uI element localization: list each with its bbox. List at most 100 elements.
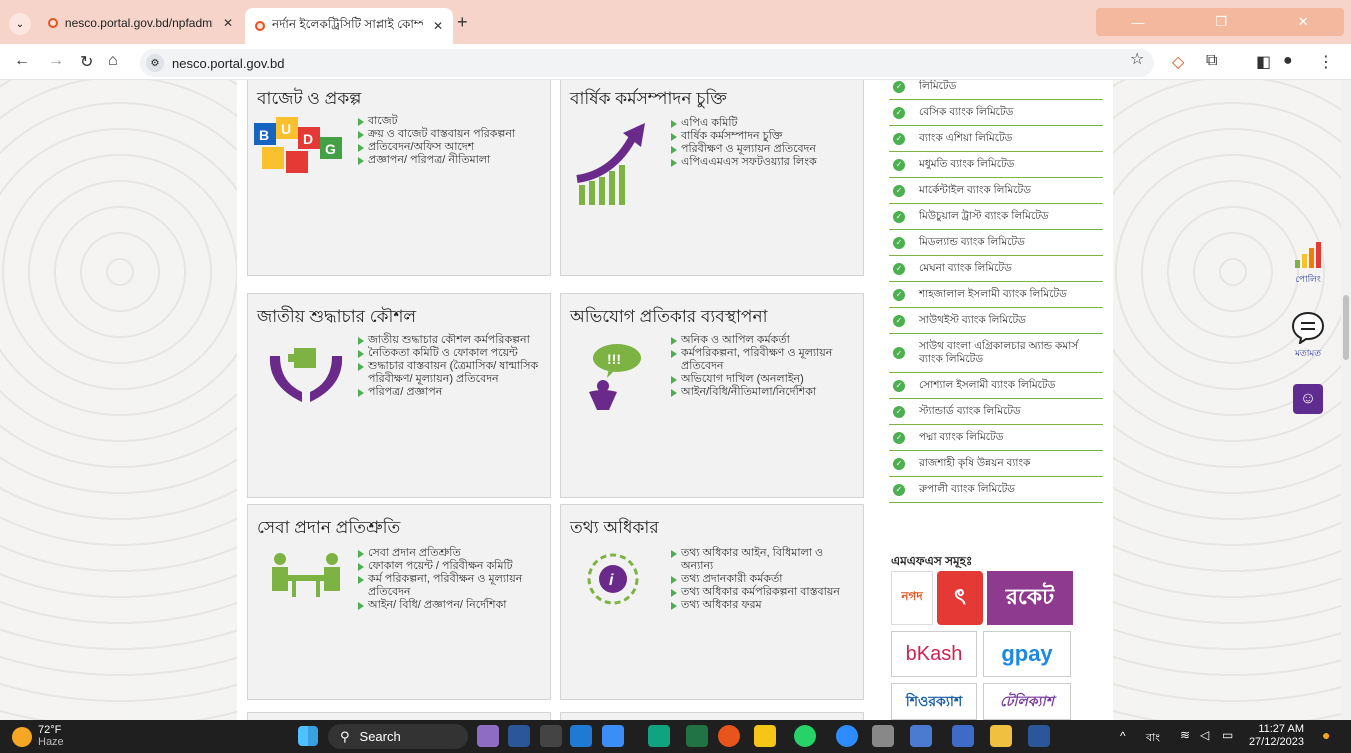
profile-avatar-icon[interactable]: ● <box>1283 52 1293 70</box>
battery-icon[interactable]: ▭ <box>1222 728 1233 742</box>
card-link[interactable]: তথ্য অধিকার কর্মপরিকল্পনা বাস্তবায়ন <box>671 586 856 599</box>
bank-list-item[interactable]: ✓ মেঘনা ব্যাংক লিমিটেড <box>889 256 1103 282</box>
site-info-icon[interactable]: ⚙ <box>146 54 164 72</box>
nagad-logo[interactable]: নগদ <box>891 571 933 625</box>
tray-chevron-icon[interactable]: ^ <box>1120 729 1126 743</box>
app-remote-icon[interactable] <box>910 725 932 747</box>
bank-list-item[interactable]: ✓ পদ্মা ব্যাংক লিমিটেড <box>889 425 1103 451</box>
extension-icon[interactable]: ◇ <box>1172 52 1184 72</box>
card-title[interactable]: অভিযোগ প্রতিকার ব্যবস্থাপনা <box>570 304 768 332</box>
bank-list-item[interactable]: ✓ সাউথ বাংলা এগ্রিকালচার অ্যান্ড কমার্স ব… <box>889 334 1103 373</box>
card-link[interactable]: সেবা প্রদান প্রতিশ্রুতি <box>358 547 543 560</box>
card-link[interactable]: এপিএ কমিটি <box>671 117 817 130</box>
card-title[interactable]: সেবা প্রদান প্রতিশ্রুতি <box>257 515 400 543</box>
bank-list-item[interactable]: ✓ মধুমতি ব্যাংক লিমিটেড <box>889 152 1103 178</box>
upay-logo[interactable]: ৎ <box>937 571 983 625</box>
bank-list-item[interactable]: ✓ বেসিক ব্যাংক লিমিটেড <box>889 100 1103 126</box>
telecash-logo[interactable]: টেলিক্যাশ <box>983 683 1071 720</box>
card-link[interactable]: অভিযোগ দাখিল (অনলাইন) <box>671 373 856 386</box>
extensions-puzzle-icon[interactable]: ⧉ <box>1206 52 1217 70</box>
sidepanel-icon[interactable]: ◧ <box>1256 52 1271 72</box>
menu-kebab-icon[interactable]: ⋮ <box>1318 52 1334 72</box>
card-link[interactable]: অনিক ও আপিল কর্মকর্তা <box>671 334 856 347</box>
reload-icon[interactable]: ↻ <box>80 52 93 72</box>
app-meet-icon[interactable] <box>570 725 592 747</box>
card-link[interactable]: নৈতিকতা কমিটি ও ফোকাল পয়েন্ট <box>358 347 543 360</box>
poll-widget[interactable]: পোলিং <box>1290 242 1326 287</box>
card-title[interactable]: বাজেট ও প্রকল্প <box>257 86 361 114</box>
card-link[interactable]: পরিবীক্ষণ ও মূল্যায়ন প্রতিবেদন <box>671 143 817 156</box>
app-game-icon[interactable] <box>754 725 776 747</box>
card-link[interactable]: জাতীয় শুদ্ধাচার কৌশল কর্মপরিকল্পনা <box>358 334 543 347</box>
bank-list-item[interactable]: ✓ সোশ্যাল ইসলামী ব্যাংক লিমিটেড <box>889 373 1103 399</box>
card-link[interactable]: আইন/বিধি/নীতিমালা/নির্দেশিকা <box>671 386 856 399</box>
card-link[interactable]: বাজেট <box>358 115 515 128</box>
bank-list-item[interactable]: ✓ সাউথইস্ট ব্যাংক লিমিটেড <box>889 308 1103 334</box>
bank-list-item[interactable]: ✓ ব্যাংক এশিয়া লিমিটেড <box>889 126 1103 152</box>
page-scrollbar[interactable] <box>1341 80 1351 720</box>
volume-icon[interactable]: ◁ <box>1200 728 1209 742</box>
whatsapp-icon[interactable] <box>794 725 816 747</box>
accessibility-icon[interactable]: ☺ <box>1293 384 1323 414</box>
close-window-icon[interactable]: ✕ <box>1298 14 1309 30</box>
card-link[interactable]: কর্মপরিকল্পনা, পরিবীক্ষণ ও মূল্যায়ন প্র… <box>671 347 856 373</box>
bank-list-item[interactable]: ✓ রাজশাহী কৃষি উন্নয়ন ব্যাংক <box>889 451 1103 477</box>
card-link[interactable]: ফোকাল পয়েন্ট / পরিবীক্ষন কমিটি <box>358 560 543 573</box>
forward-icon[interactable]: → <box>48 52 64 70</box>
wifi-icon[interactable]: ≋ <box>1180 728 1190 742</box>
close-tab-icon[interactable]: ✕ <box>433 19 443 33</box>
tab-npfadmin[interactable]: nesco.portal.gov.bd/npfadmin/ ✕ <box>38 8 243 38</box>
card-link[interactable]: কর্ম পরিকল্পনা, পরিবীক্ষন ও মূল্যায়ন প্… <box>358 573 543 599</box>
card-link[interactable]: তথ্য অধিকার আইন, বিধিমালা ও অন্যান্য <box>671 547 856 573</box>
app-doc-icon[interactable] <box>872 725 894 747</box>
restore-icon[interactable]: ❐ <box>1215 14 1227 30</box>
card-title[interactable]: বার্ষিক কর্মসম্পাদন চুক্তি <box>570 86 727 114</box>
language-indicator[interactable]: বাং <box>1146 729 1160 748</box>
word-icon[interactable] <box>1028 725 1050 747</box>
bank-list-item[interactable]: ✓ শাহজালাল ইসলামী ব্যাংক লিমিটেড <box>889 282 1103 308</box>
card-title[interactable]: তথ্য অধিকার <box>570 515 659 543</box>
card-link[interactable]: ক্রয় ও বাজেট বাস্তবায়ন পরিকল্পনা <box>358 128 515 141</box>
rocket-logo[interactable]: রকেট <box>987 571 1073 625</box>
bank-list-item[interactable]: ✓ মিউচুয়াল ট্রাস্ট ব্যাংক লিমিটেড <box>889 204 1103 230</box>
weather-icon[interactable] <box>12 727 32 747</box>
app-network-icon[interactable] <box>602 725 624 747</box>
bank-list-item[interactable]: ✓ মিডল্যান্ড ব্যাংক লিমিটেড <box>889 230 1103 256</box>
card-link[interactable]: তথ্য প্রদানকারী কর্মকর্তা <box>671 573 856 586</box>
card-link[interactable]: পরিপত্র/ প্রজ্ঞাপন <box>358 386 543 399</box>
card-link[interactable]: প্রতিবেদন/অফিস আদেশ <box>358 141 515 154</box>
taskbar-search[interactable]: ⚲ Search <box>328 724 468 749</box>
app-store-icon[interactable] <box>648 725 670 747</box>
bank-list-item[interactable]: ✓ স্ট্যান্ডার্ড ব্যাংক লিমিটেড <box>889 399 1103 425</box>
clock[interactable]: 11:27 AM 27/12/2023 <box>1246 723 1304 749</box>
file-explorer-icon[interactable] <box>990 725 1012 747</box>
bank-list-item[interactable]: ✓ মার্কেন্টাইল ব্যাংক লিমিটেড <box>889 178 1103 204</box>
close-tab-icon[interactable]: ✕ <box>223 16 233 30</box>
scrollbar-thumb[interactable] <box>1343 295 1349 360</box>
chrome-icon[interactable] <box>718 725 740 747</box>
bank-list-item[interactable]: ✓ রুপালী ব্যাংক লিমিটেড <box>889 477 1103 503</box>
bookmark-star-icon[interactable]: ☆ <box>1130 49 1144 69</box>
card-link[interactable]: তথ্য অধিকার ফরম <box>671 599 856 612</box>
app-files-icon[interactable] <box>540 725 562 747</box>
bank-list-item[interactable]: ✓ লিমিটেড <box>889 80 1103 100</box>
new-tab-button[interactable]: + <box>457 12 468 33</box>
app-people-icon[interactable] <box>477 725 499 747</box>
weather-widget[interactable]: 72°F Haze <box>38 724 64 748</box>
card-link[interactable]: এপিএএমএস সফটওয়্যার লিংক <box>671 156 817 169</box>
back-icon[interactable]: ← <box>14 52 30 70</box>
notification-bell-icon[interactable]: ● <box>1322 727 1330 743</box>
address-bar[interactable]: ⚙ nesco.portal.gov.bd <box>140 49 1154 77</box>
card-link[interactable]: শুদ্ধাচার বাস্তবায়ন (ত্রৈমাসিক/ ষান্মাস… <box>358 360 543 386</box>
card-title[interactable]: জাতীয় শুদ্ধাচার কৌশল <box>257 304 416 332</box>
card-link[interactable]: প্রজ্ঞাপন/ পরিপত্র/ নীতিমালা <box>358 154 515 167</box>
home-icon[interactable]: ⌂ <box>108 52 118 70</box>
zoom-icon[interactable] <box>836 725 858 747</box>
start-windows-icon[interactable] <box>298 726 318 746</box>
feedback-widget[interactable]: মতামত <box>1290 310 1326 361</box>
bkash-logo[interactable]: bKash <box>891 631 977 677</box>
app-task-icon[interactable] <box>508 725 530 747</box>
surecash-logo[interactable]: শিওরক্যাশ <box>891 683 977 720</box>
tab-nesco-home[interactable]: নর্দান ইলেকট্রিসিটি সাপ্লাই কোম্প ✕ <box>245 8 453 44</box>
minimize-icon[interactable]: — <box>1131 15 1144 30</box>
